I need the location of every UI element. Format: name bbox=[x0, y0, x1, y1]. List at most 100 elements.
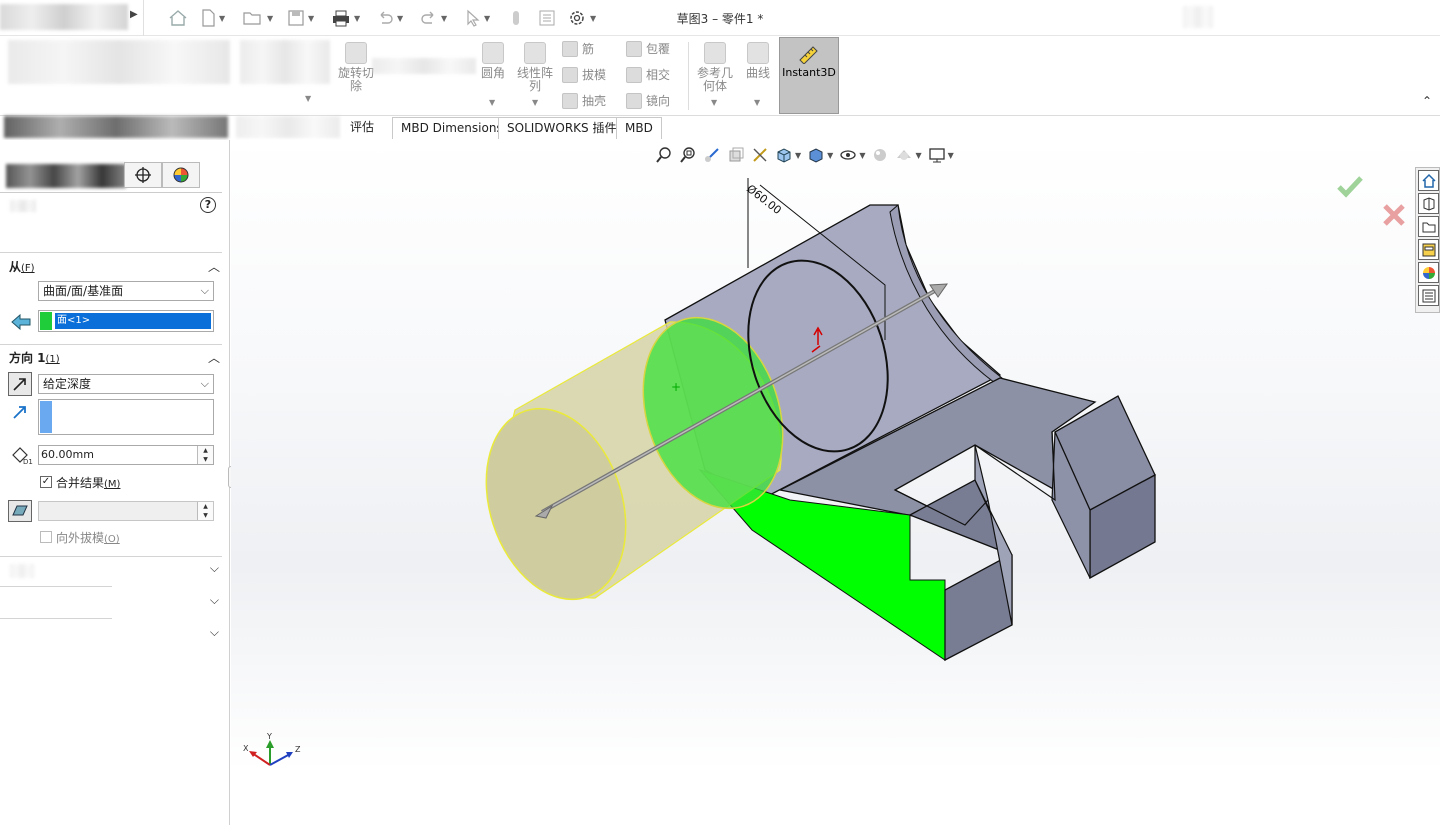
intersect-button[interactable]: 相交 bbox=[626, 66, 670, 83]
end-condition-value: 给定深度 bbox=[43, 377, 92, 391]
feature-manager-tabs[interactable] bbox=[6, 164, 126, 188]
tab-evaluate[interactable]: 评估 bbox=[342, 117, 383, 139]
end-condition-select[interactable]: 给定深度 ⌵ bbox=[38, 374, 214, 394]
file-properties-icon[interactable] bbox=[538, 8, 556, 28]
triad-x-label: X bbox=[243, 744, 249, 753]
selected-face-item[interactable]: 面<1> bbox=[54, 312, 212, 330]
merge-hotkey: (M) bbox=[104, 479, 121, 490]
draft-outward-checkbox[interactable] bbox=[40, 531, 52, 543]
shell-label: 抽壳 bbox=[582, 94, 607, 108]
fillet-dropdown-icon[interactable]: ▼ bbox=[489, 98, 495, 107]
reference-geometry-button[interactable]: 参考几何体 bbox=[694, 42, 736, 93]
tab-solidworks-addins[interactable]: SOLIDWORKS 插件 bbox=[498, 117, 626, 139]
menu-expand-arrow-icon[interactable]: ▶ bbox=[130, 9, 138, 20]
direction-selection-box[interactable] bbox=[38, 399, 214, 435]
rib-icon bbox=[562, 40, 578, 57]
fillet-label: 圆角 bbox=[480, 66, 505, 80]
start-condition-value: 曲面/面/基准面 bbox=[43, 284, 124, 298]
start-condition-select[interactable]: 曲面/面/基准面 ⌵ bbox=[38, 281, 214, 301]
draft-outward-label: 向外拔模(O) bbox=[56, 529, 120, 546]
chevron-down-icon[interactable]: ⌵ bbox=[210, 593, 219, 608]
wrap-button[interactable]: 包覆 bbox=[626, 40, 670, 57]
reverse-direction-button[interactable] bbox=[8, 372, 32, 396]
draft-label: 拔模 bbox=[582, 68, 607, 82]
depth-spinner[interactable]: ▲ ▼ bbox=[197, 446, 213, 464]
solidworks-logo bbox=[0, 4, 128, 30]
hidden-tabs[interactable] bbox=[4, 116, 228, 138]
feature-name-label bbox=[10, 200, 36, 212]
coordinate-triad: X Y Z bbox=[243, 732, 301, 766]
appearance-sphere-icon bbox=[173, 167, 189, 183]
tab-mbd-dimensions[interactable]: MBD Dimensions bbox=[392, 117, 512, 139]
face-selection-box[interactable]: 面<1> bbox=[38, 310, 214, 332]
ref-geometry-dropdown-icon[interactable]: ▼ bbox=[711, 98, 717, 107]
property-manager-panel: ? 从(F) ︿ 曲面/面/基准面 ⌵ 面<1> 方向 1(1) ︿ 给定深度 ⌵ bbox=[0, 140, 234, 825]
shell-button[interactable]: 抽壳 bbox=[562, 92, 606, 109]
redo-icon[interactable]: ▼ bbox=[420, 8, 447, 28]
triad-y-label: Y bbox=[266, 732, 272, 741]
linear-pattern-label: 线性阵列 bbox=[516, 66, 553, 93]
select-cursor-icon[interactable]: ▼ bbox=[465, 8, 490, 28]
model-scene[interactable]: + Ø60.00 X Y Z bbox=[231, 140, 1440, 825]
draft-angle-spinner[interactable]: ▲ ▼ bbox=[197, 502, 213, 520]
sweep-loft-group[interactable] bbox=[240, 40, 330, 84]
curves-icon bbox=[747, 42, 769, 64]
home-icon[interactable] bbox=[168, 8, 188, 28]
mirror-button[interactable]: 镜向 bbox=[626, 92, 670, 109]
pattern-dropdown-icon[interactable]: ▼ bbox=[532, 98, 538, 107]
tab-configuration-manager[interactable] bbox=[124, 162, 162, 188]
direction2-section-label[interactable] bbox=[10, 564, 34, 578]
help-icon[interactable]: ? bbox=[200, 197, 216, 213]
instant3d-icon bbox=[797, 44, 821, 65]
instant3d-button[interactable]: Instant3D bbox=[779, 37, 839, 114]
revolve-cut-label: 旋转切除 bbox=[337, 66, 374, 93]
graphics-area[interactable]: ▼ ▼ ▼ ▼ ▼ + Ø60.00 X Y Z bbox=[231, 140, 1440, 825]
linear-pattern-button[interactable]: 线性阵列 bbox=[514, 42, 556, 93]
curves-button[interactable]: 曲线 bbox=[742, 42, 774, 80]
curves-dropdown-icon[interactable]: ▼ bbox=[754, 98, 760, 107]
intersect-icon bbox=[626, 66, 642, 83]
save-icon[interactable]: ▼ bbox=[287, 8, 314, 28]
tab-display-manager[interactable] bbox=[162, 162, 200, 188]
face-selection-icon bbox=[10, 313, 32, 334]
command-manager-ribbon: 旋转切除 ▼ 圆角 ▼ 线性阵列 ▼ 筋 拔模 抽壳 包覆 相交 镜向 参考几何… bbox=[0, 36, 1440, 116]
draft-angle-input[interactable]: ▲ ▼ bbox=[38, 501, 214, 521]
hidden-tabs-2[interactable] bbox=[236, 116, 340, 138]
fillet-button[interactable]: 圆角 bbox=[478, 42, 508, 80]
wrap-label: 包覆 bbox=[646, 42, 671, 56]
revolve-cut-button[interactable]: 旋转切除 bbox=[336, 42, 376, 93]
draft-on-off-button[interactable] bbox=[8, 500, 32, 522]
chevron-down-icon[interactable]: ⌵ bbox=[210, 625, 219, 640]
options-gear-icon[interactable]: ▼ bbox=[567, 8, 596, 28]
chevron-down-icon[interactable]: ⌵ bbox=[210, 561, 219, 576]
open-folder-icon[interactable]: ▼ bbox=[242, 8, 273, 28]
rib-button[interactable]: 筋 bbox=[562, 40, 594, 57]
direction1-section-header[interactable]: 方向 1(1) ︿ bbox=[0, 347, 222, 369]
draft-button[interactable]: 拔模 bbox=[562, 66, 606, 83]
triad-z-label: Z bbox=[295, 745, 301, 754]
chevron-up-icon[interactable]: ︿ bbox=[208, 256, 220, 278]
collapse-ribbon-chevron-up-icon[interactable]: ⌃ bbox=[1422, 94, 1432, 108]
shell-icon bbox=[562, 92, 578, 109]
window-controls[interactable] bbox=[1183, 6, 1213, 28]
draft-outward-text: 向外拔模 bbox=[56, 531, 105, 545]
cut-commands-group[interactable] bbox=[372, 58, 476, 74]
dropdown-arrow-icon[interactable]: ▼ bbox=[305, 94, 311, 103]
from-hotkey: (F) bbox=[21, 263, 35, 274]
linear-pattern-icon bbox=[524, 42, 546, 64]
new-document-icon[interactable]: ▼ bbox=[200, 8, 225, 28]
merge-result-checkbox[interactable]: ✓ bbox=[40, 476, 52, 488]
undo-icon[interactable]: ▼ bbox=[376, 8, 403, 28]
sketch-origin-marker: + bbox=[671, 380, 681, 394]
fillet-icon bbox=[482, 42, 504, 64]
instant3d-label: Instant3D bbox=[782, 66, 836, 79]
rebuild-icon[interactable] bbox=[510, 8, 522, 28]
tab-mbd[interactable]: MBD bbox=[616, 117, 662, 139]
svg-text:D1: D1 bbox=[23, 458, 33, 465]
extrude-commands-group[interactable] bbox=[8, 40, 230, 84]
print-icon[interactable]: ▼ bbox=[331, 8, 360, 28]
depth-input[interactable]: 60.00mm ▲ ▼ bbox=[38, 445, 214, 465]
mirror-icon bbox=[626, 92, 642, 109]
from-section-header[interactable]: 从(F) ︿ bbox=[0, 256, 222, 278]
chevron-up-icon[interactable]: ︿ bbox=[208, 347, 220, 369]
